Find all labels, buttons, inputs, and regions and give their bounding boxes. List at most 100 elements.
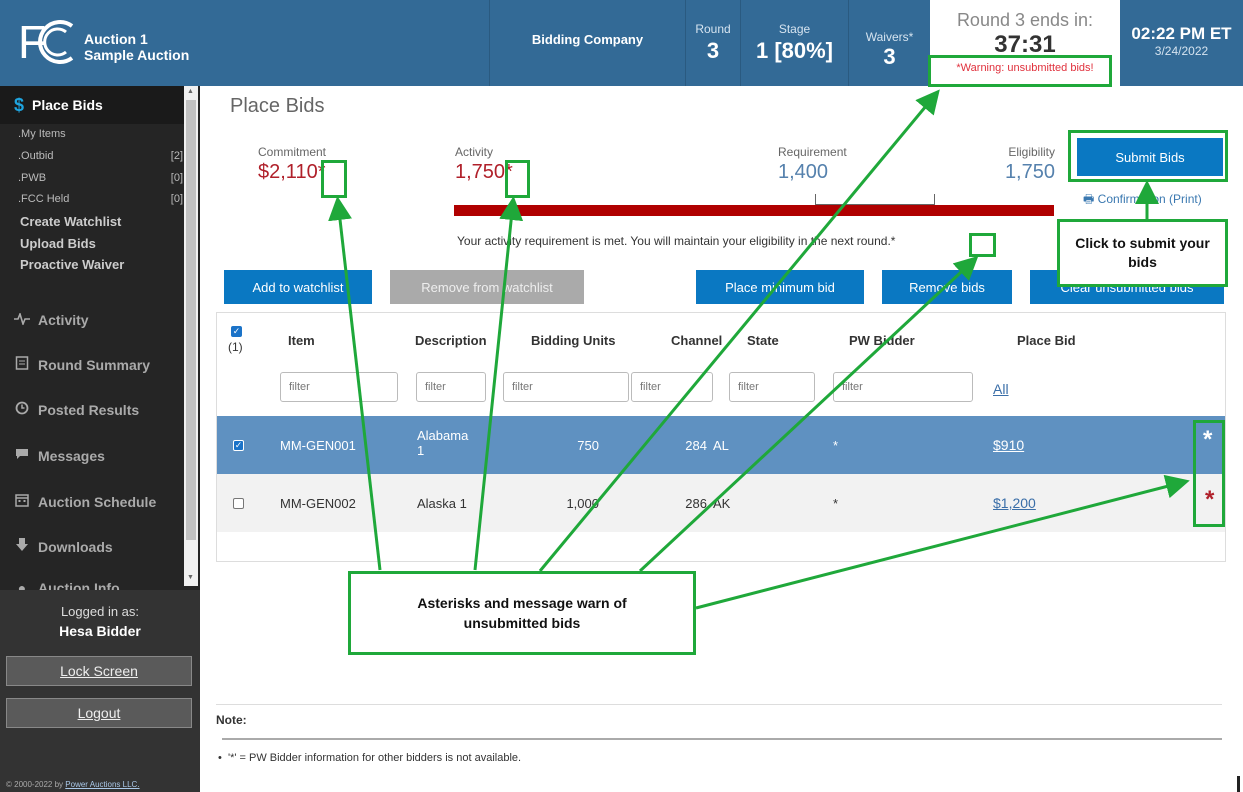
row-state: AK	[713, 496, 731, 511]
item-filter-input[interactable]: filter	[280, 372, 398, 402]
bullet: •	[218, 752, 228, 764]
remove-bids-button[interactable]: Remove bids	[882, 270, 1012, 304]
activity-message: Your activity requirement is met. You wi…	[457, 234, 896, 248]
user-name: Hesa Bidder	[59, 623, 141, 639]
table-row[interactable]: MM-GEN002 Alaska 1 1,000 286 AK * $1,200…	[217, 474, 1225, 532]
sidebar-link-upload-bids[interactable]: Upload Bids	[20, 236, 96, 251]
sidebar-item-round-summary[interactable]: Round Summary	[14, 356, 150, 373]
row-checkbox[interactable]: ✓	[233, 440, 244, 451]
subitem-label: .PWB	[18, 172, 47, 184]
login-panel: Logged in as: Hesa Bidder	[0, 590, 200, 792]
sidebar-item-activity[interactable]: Activity	[14, 311, 89, 328]
column-header-description[interactable]: Description	[415, 333, 487, 348]
submit-button-highlight	[1068, 130, 1228, 182]
message-icon	[14, 448, 30, 464]
bidding-units-filter-input[interactable]: filter	[503, 372, 629, 402]
column-header-item[interactable]: Item	[288, 333, 315, 348]
row-bidding-units: 1,000	[566, 496, 599, 511]
row-checkbox[interactable]	[233, 498, 244, 509]
sidebar-link-create-watchlist[interactable]: Create Watchlist	[20, 214, 121, 229]
clock: 02:22 PM ET 3/24/2022	[1120, 0, 1243, 86]
row-item: MM-GEN002	[280, 496, 356, 511]
place-all-bids-link[interactable]: All	[993, 381, 1009, 397]
stage-indicator: Stage 1 [80%]	[740, 0, 848, 86]
pw-bidder-filter-input[interactable]: filter	[833, 372, 973, 402]
row-bid-amount[interactable]: $1,200	[993, 495, 1036, 511]
activity-asterisk-highlight	[505, 160, 530, 198]
waivers-value: 3	[883, 44, 896, 69]
row-channel: 286	[685, 496, 707, 511]
requirement-value: 1,400	[778, 161, 829, 183]
column-header-channel[interactable]: Channel	[671, 333, 722, 348]
sidebar-item-place-bids[interactable]: $ Place Bids	[0, 86, 184, 124]
select-all-checkbox[interactable]: ✓	[231, 326, 242, 337]
column-header-place-bid[interactable]: Place Bid	[1017, 333, 1076, 348]
place-minimum-bid-button[interactable]: Place minimum bid	[696, 270, 864, 304]
remove-from-watchlist-button[interactable]: Remove from watchlist	[390, 270, 584, 304]
printer-icon: 🖶	[1083, 192, 1095, 206]
confirmation-label[interactable]: Confirmation	[1098, 192, 1166, 206]
channel-filter-input[interactable]: filter	[631, 372, 713, 402]
eligibility-label: Eligibility	[1008, 145, 1055, 159]
sidebar-item-label: Round Summary	[38, 356, 151, 373]
print-label[interactable]: (Print)	[1169, 192, 1202, 206]
sidebar-link-proactive-waiver[interactable]: Proactive Waiver	[20, 257, 124, 272]
clock-date: 3/24/2022	[1154, 44, 1209, 58]
fcc-logo: F	[18, 16, 74, 68]
submit-callout: Click to submit your bids	[1057, 219, 1228, 287]
lock-screen-button[interactable]: Lock Screen	[6, 656, 192, 686]
waivers-label: Waivers*	[865, 30, 914, 44]
sidebar-subitem-my-items[interactable]: .My Items	[18, 128, 183, 140]
sidebar-item-label: Posted Results	[38, 401, 140, 418]
description-filter-input[interactable]: filter	[416, 372, 486, 402]
sidebar-item-auction-schedule[interactable]: Auction Schedule	[14, 493, 156, 510]
row-asterisks-highlight	[1193, 420, 1225, 527]
column-header-state[interactable]: State	[747, 333, 779, 348]
scroll-down-icon[interactable]: ▼	[187, 574, 194, 581]
copyright-link[interactable]: Power Auctions LLC.	[65, 780, 139, 789]
sidebar-item-label: Messages	[38, 448, 105, 464]
sidebar-item-label: Downloads	[38, 538, 113, 555]
sidebar-scrollbar[interactable]: ▲ ▼	[184, 86, 198, 586]
subitem-count: [0]	[170, 193, 183, 205]
info-icon: ●	[17, 580, 27, 590]
sidebar-subitem-outbid[interactable]: .Outbid [2]	[18, 150, 183, 162]
round-indicator: Round 3	[685, 0, 740, 86]
sidebar-item-label: Auction Schedule	[38, 493, 157, 510]
column-header-bidding-units[interactable]: Bidding Units	[531, 333, 616, 348]
note-body: '*' = PW Bidder information for other bi…	[227, 752, 522, 764]
sidebar-item-auction-info[interactable]: ● Auction Info	[14, 580, 120, 590]
requirement-label: Requirement	[778, 145, 847, 159]
note-title: Note:	[216, 713, 247, 727]
page-title: Place Bids	[230, 95, 325, 117]
note-text: • '*' = PW Bidder information for other …	[218, 752, 521, 764]
sidebar-subitem-pwb[interactable]: .PWB [0]	[18, 172, 183, 184]
row-pw-bidder: *	[833, 438, 839, 453]
sidebar-item-label: Activity	[38, 312, 89, 328]
column-header-pw-bidder[interactable]: PW Bidder	[849, 333, 915, 348]
state-filter-input[interactable]: filter	[729, 372, 815, 402]
confirmation-print-link[interactable]: 🖶 Confirmation (Print)	[1083, 190, 1202, 211]
logout-button[interactable]: Logout	[6, 698, 192, 728]
asterisk-callout: Asterisks and message warn of unsubmitte…	[348, 571, 696, 655]
sidebar-item-messages[interactable]: Messages	[14, 448, 105, 464]
activity-bar	[454, 205, 1054, 216]
scroll-up-icon[interactable]: ▲	[187, 88, 194, 95]
requirement-metric: Requirement 1,400	[778, 145, 847, 184]
row-bidding-units: 750	[577, 438, 599, 453]
note-divider	[216, 704, 1222, 705]
commitment-label: Commitment	[258, 145, 327, 159]
add-to-watchlist-button[interactable]: Add to watchlist	[224, 270, 372, 304]
sidebar-subitem-fcc-held[interactable]: .FCC Held [0]	[18, 193, 183, 205]
subitem-label: .FCC Held	[18, 193, 70, 205]
table-row[interactable]: ✓ MM-GEN001 Alabama 1 750 284 AL * $910 …	[217, 416, 1225, 474]
logged-in-label: Logged in as:	[60, 604, 140, 619]
sidebar-item-posted-results[interactable]: Posted Results	[14, 401, 139, 418]
warning-highlight-box	[928, 55, 1112, 87]
download-arrow-icon	[14, 538, 30, 555]
activity-label: Activity	[455, 145, 494, 159]
sidebar-item-downloads[interactable]: Downloads	[14, 538, 113, 555]
row-bid-amount[interactable]: $910	[993, 437, 1024, 453]
scrollbar-thumb[interactable]	[186, 100, 196, 540]
message-asterisk-highlight	[969, 233, 996, 257]
